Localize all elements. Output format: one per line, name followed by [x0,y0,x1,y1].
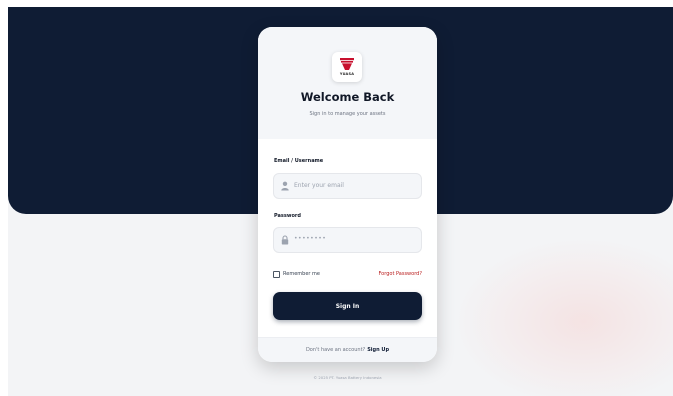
page-title: Welcome Back [300,90,395,104]
page-background: YUASA Welcome Back Sign in to manage you… [8,7,673,396]
password-field[interactable]: •••••••• [273,227,422,253]
login-card: YUASA Welcome Back Sign in to manage you… [258,27,437,362]
card-header: YUASA Welcome Back Sign in to manage you… [258,27,437,139]
card-footer: Don't have an account? Sign Up [258,337,437,362]
remember-checkbox[interactable] [273,270,280,278]
page-subtitle: Sign in to manage your assets [309,111,386,117]
password-label: Password [274,213,301,219]
sign-up-link[interactable]: Sign Up [367,347,389,353]
brand-logo: YUASA [332,52,362,82]
yuasa-logo-icon [340,58,354,70]
copyright-text: © 2025 PT. Yuasa Battery Indonesia [313,375,382,380]
sign-in-button[interactable]: Sign In [273,292,422,320]
remember-label: Remember me [283,271,320,277]
sign-in-label: Sign In [335,302,360,310]
email-placeholder: Enter your email [294,182,344,189]
lock-icon [281,235,289,245]
signup-prompt: Don't have an account? [305,347,366,353]
forgot-password-link[interactable]: Forgot Password? [378,271,422,277]
email-field[interactable]: Enter your email [273,173,422,199]
email-label: Email / Username [274,158,324,164]
user-icon [281,181,289,191]
background-glow [453,237,673,396]
password-placeholder: •••••••• [294,235,327,242]
logo-text: YUASA [339,72,355,76]
remember-me[interactable]: Remember me [273,269,320,279]
